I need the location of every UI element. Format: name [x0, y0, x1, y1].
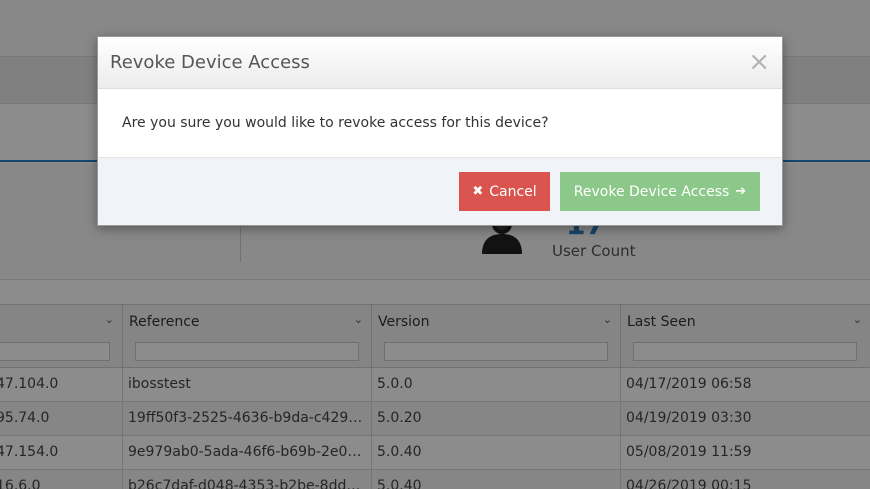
- revoke-button-label: Revoke Device Access: [573, 183, 730, 200]
- revoke-device-access-button[interactable]: Revoke Device Access ➔: [560, 172, 760, 211]
- cancel-button-label: Cancel: [489, 183, 537, 200]
- cancel-button[interactable]: ✖ Cancel: [459, 172, 550, 211]
- dialog-title: Revoke Device Access: [110, 52, 310, 73]
- arrow-right-icon: ➔: [735, 184, 747, 199]
- close-icon[interactable]: ×: [748, 49, 770, 75]
- revoke-device-dialog: Revoke Device Access × Are you sure you …: [97, 36, 783, 226]
- dialog-header: Revoke Device Access ×: [98, 37, 782, 89]
- dialog-footer: ✖ Cancel Revoke Device Access ➔: [98, 157, 782, 225]
- times-icon: ✖: [472, 184, 484, 199]
- dialog-message: Are you sure you would like to revoke ac…: [122, 115, 549, 131]
- dialog-body: Are you sure you would like to revoke ac…: [98, 89, 782, 157]
